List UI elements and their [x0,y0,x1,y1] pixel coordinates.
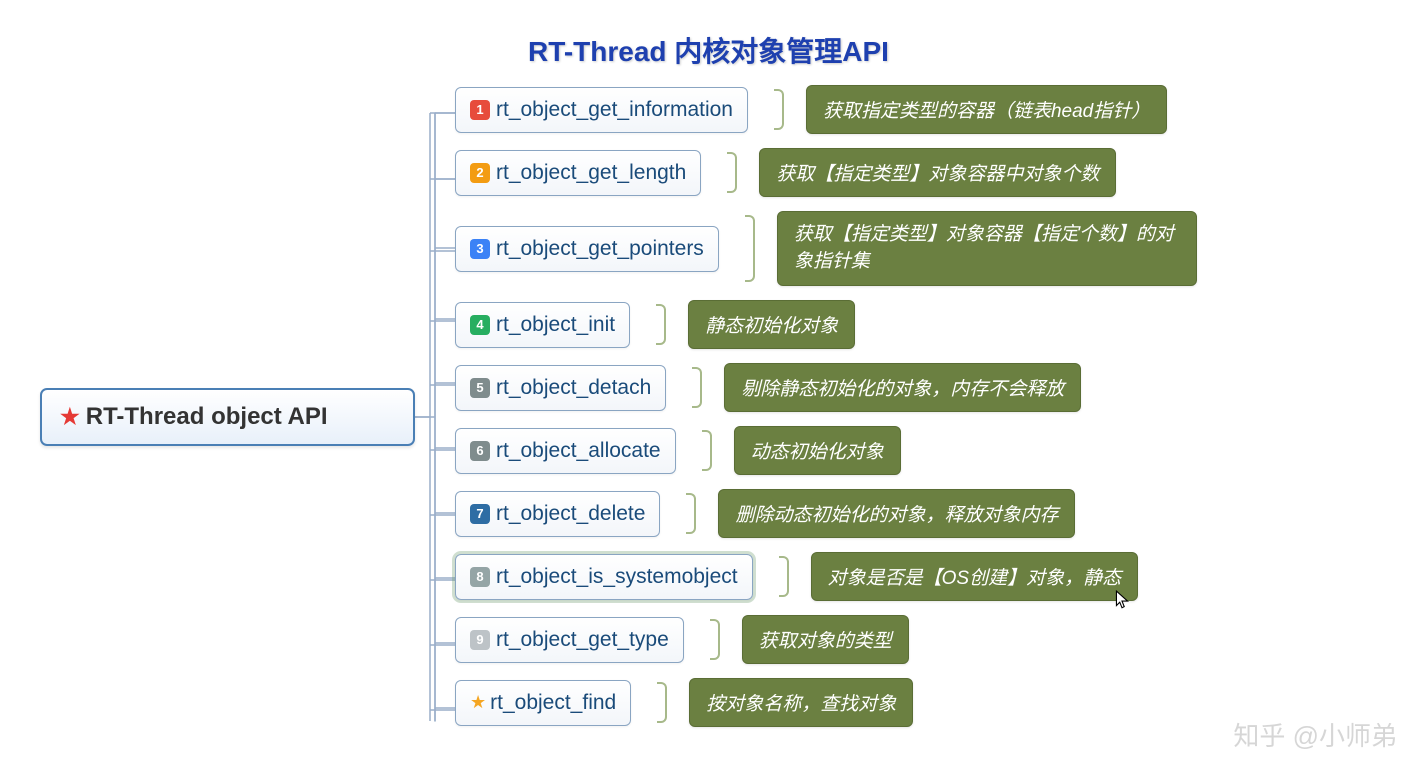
number-badge: 8 [470,567,490,587]
root-label: RT-Thread object API [86,403,328,431]
api-row: 7 rt_object_delete 删除动态初始化的对象，释放对象内存 [455,489,1197,538]
bracket-connector [680,489,698,538]
api-description[interactable]: 获取指定类型的容器（链表head指针） [806,85,1167,134]
star-icon: ★ [470,692,486,713]
api-node[interactable]: 3 rt_object_get_pointers [455,226,719,272]
api-description[interactable]: 删除动态初始化的对象，释放对象内存 [718,489,1075,538]
api-node[interactable]: 8 rt_object_is_systemobject [455,554,753,600]
api-description[interactable]: 按对象名称，查找对象 [689,678,913,727]
api-name: rt_object_get_information [496,98,733,122]
api-name: rt_object_delete [496,502,645,526]
number-badge: 5 [470,378,490,398]
number-badge: 1 [470,100,490,120]
number-badge: 6 [470,441,490,461]
api-row: 8 rt_object_is_systemobject 对象是否是【OS创建】对象，… [455,552,1197,601]
api-row: 5 rt_object_detach 剔除静态初始化的对象，内存不会释放 [455,363,1197,412]
bracket-connector [686,363,704,412]
children-container: 1 rt_object_get_information 获取指定类型的容器（链表he… [455,85,1197,727]
api-node[interactable]: 6 rt_object_allocate [455,428,676,474]
api-row: ★rt_object_find 按对象名称，查找对象 [455,678,1197,727]
api-name: rt_object_is_systemobject [496,565,738,589]
api-row: 2 rt_object_get_length 获取【指定类型】对象容器中对象个数 [455,148,1197,197]
api-row: 6 rt_object_allocate 动态初始化对象 [455,426,1197,475]
api-node[interactable]: 2 rt_object_get_length [455,150,701,196]
api-name: rt_object_find [490,691,616,715]
number-badge: 2 [470,163,490,183]
bracket-connector [739,211,757,286]
api-node[interactable]: 1 rt_object_get_information [455,87,748,133]
bracket-connector [704,615,722,664]
bracket-connector [721,148,739,197]
bracket-connector [768,85,786,134]
api-description[interactable]: 动态初始化对象 [734,426,901,475]
api-description[interactable]: 获取【指定类型】对象容器【指定个数】的对象指针集 [777,211,1197,286]
api-name: rt_object_allocate [496,439,661,463]
api-description[interactable]: 获取对象的类型 [742,615,909,664]
bracket-connector [650,300,668,349]
watermark: 知乎 @小师弟 [1233,716,1397,753]
api-name: rt_object_get_length [496,161,686,185]
api-description[interactable]: 剔除静态初始化的对象，内存不会释放 [724,363,1081,412]
api-node[interactable]: 9 rt_object_get_type [455,617,684,663]
api-node[interactable]: 7 rt_object_delete [455,491,660,537]
api-node[interactable]: ★rt_object_find [455,680,631,726]
bracket-connector [696,426,714,475]
api-description[interactable]: 获取【指定类型】对象容器中对象个数 [759,148,1116,197]
api-node[interactable]: 5 rt_object_detach [455,365,666,411]
diagram-title: RT-Thread 内核对象管理API [528,30,889,70]
api-name: rt_object_init [496,313,615,337]
star-icon: ★ [60,404,80,430]
api-name: rt_object_get_pointers [496,237,704,261]
bracket-connector [651,678,669,727]
number-badge: 4 [470,315,490,335]
api-row: 1 rt_object_get_information 获取指定类型的容器（链表he… [455,85,1197,134]
number-badge: 7 [470,504,490,524]
number-badge: 9 [470,630,490,650]
root-node[interactable]: ★ RT-Thread object API [40,388,415,446]
api-description[interactable]: 对象是否是【OS创建】对象，静态 [811,552,1138,601]
bracket-connector [773,552,791,601]
api-row: 9 rt_object_get_type 获取对象的类型 [455,615,1197,664]
number-badge: 3 [470,239,490,259]
api-row: 4 rt_object_init 静态初始化对象 [455,300,1197,349]
api-name: rt_object_get_type [496,628,669,652]
api-node[interactable]: 4 rt_object_init [455,302,630,348]
api-row: 3 rt_object_get_pointers 获取【指定类型】对象容器【指定个数… [455,211,1197,286]
api-name: rt_object_detach [496,376,651,400]
api-description[interactable]: 静态初始化对象 [688,300,855,349]
